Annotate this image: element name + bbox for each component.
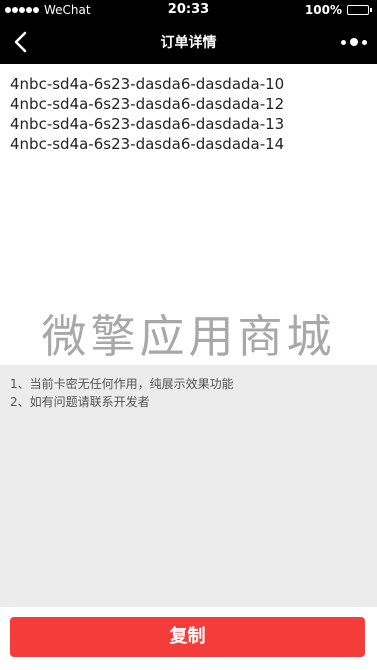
- more-button[interactable]: [341, 33, 367, 51]
- nav-bar: 订单详情: [0, 20, 377, 64]
- note-line: 1、当前卡密无任何作用，纯展示效果功能: [10, 377, 234, 391]
- page-title: 订单详情: [160, 35, 217, 51]
- card-code-item: 4nbc-sd4a-6s23-dasda6-dasdada-14: [10, 135, 285, 153]
- battery-percent: 100%: [304, 3, 342, 17]
- status-bar-right: 100%: [304, 3, 372, 17]
- more-dots-icon-center: [350, 38, 358, 46]
- card-code-item: 4nbc-sd4a-6s23-dasda6-dasdada-10: [10, 75, 285, 93]
- watermark-text: 微擎应用商城: [41, 310, 336, 363]
- card-code-item: 4nbc-sd4a-6s23-dasda6-dasdada-12: [10, 95, 285, 113]
- more-dots-icon: [341, 39, 346, 45]
- card-code-item: 4nbc-sd4a-6s23-dasda6-dasdada-13: [10, 115, 285, 133]
- note-line: 2、如有问题请联系开发者: [10, 395, 150, 409]
- footer-bar: 复制: [0, 607, 377, 670]
- chevron-left-icon: [14, 31, 27, 53]
- copy-button[interactable]: 复制: [10, 617, 365, 657]
- card-code-list: 4nbc-sd4a-6s23-dasda6-dasdada-10 4nbc-sd…: [10, 74, 370, 154]
- notes-panel: 1、当前卡密无任何作用，纯展示效果功能 2、如有问题请联系开发者: [0, 365, 377, 607]
- status-bar: WeChat 20:33 100%: [0, 0, 377, 20]
- back-button[interactable]: [6, 26, 38, 58]
- more-dots-icon-right: [362, 39, 367, 45]
- battery-icon: [347, 5, 372, 15]
